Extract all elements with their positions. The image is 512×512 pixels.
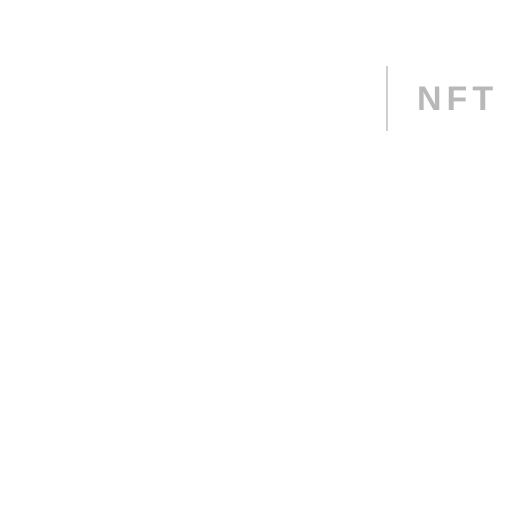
vertical-divider — [386, 66, 388, 131]
brand-header: NFT — [386, 66, 498, 131]
brand-label: NFT — [417, 79, 499, 118]
page-canvas: NFT — [0, 0, 512, 512]
